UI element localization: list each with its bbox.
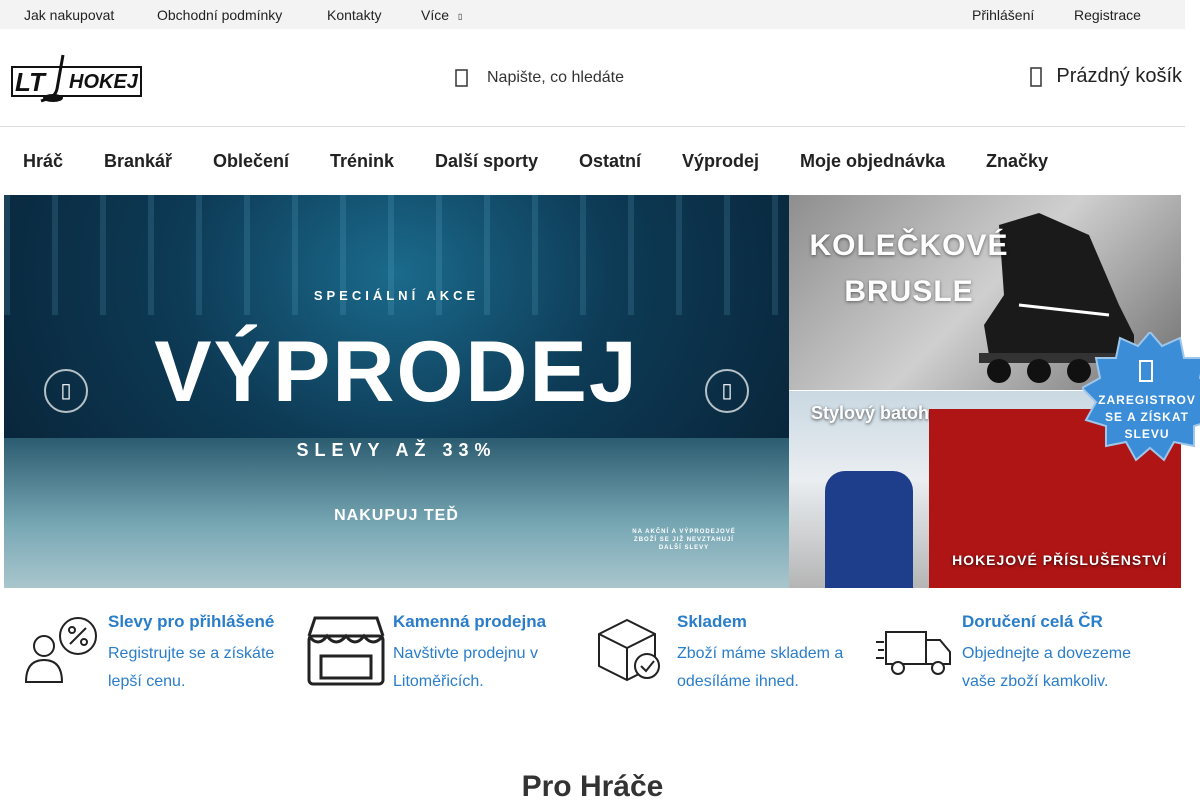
banner-subtitle: SLEVY AŽ 33% [296,440,497,460]
cart-label: Prázdný košík [1056,65,1182,87]
benefit-discount[interactable]: Slevy pro přihlášené Registrujte se a zí… [22,612,307,702]
topbar-link-contacts[interactable]: Kontakty [327,7,381,23]
store-icon [307,616,385,686]
kid-image [825,471,913,588]
nav-item-player[interactable]: Hráč [23,151,63,172]
topbar-link-terms[interactable]: Obchodní podmínky [157,7,282,23]
nav-item-my-order[interactable]: Moje objednávka [800,151,945,172]
badge-line3: SLEVU [1124,427,1170,441]
user-discount-icon [24,617,97,683]
backpack-title: Stylový batoh [811,403,930,423]
search-icon [455,69,468,87]
nav-item-training[interactable]: Trénink [330,151,394,172]
hero-banner[interactable]: SPECIÁLNÍ AKCE VÝPRODEJ SLEVY AŽ 33% NAK… [4,195,789,588]
skates-line1: KOLEČKOVÉ [809,229,1009,262]
main-nav: Hráč Brankář Oblečení Trénink Další spor… [0,127,1185,195]
benefit-desc: Registrujte se a získáte lepší cenu. [108,645,275,690]
skates-line2: BRUSLE [844,275,974,308]
logo-lt-text: LT [15,67,47,97]
benefit-in-stock[interactable]: Skladem Zboží máme skladem a odesíláme i… [591,612,876,702]
topbar-link-how-to-buy[interactable]: Jak nakupovat [24,7,114,23]
benefit-title: Kamenná prodejna [393,612,547,631]
more-label: Více [421,7,450,23]
cart-icon [1030,66,1043,87]
cart-button[interactable]: Prázdný košík [1030,65,1182,88]
benefit-title: Slevy pro přihlášené [108,612,275,631]
backpack-caption: HOKEJOVÉ PŘÍSLUŠENSTVÍ [952,552,1167,568]
banner-kicker: SPECIÁLNÍ AKCE [313,288,480,303]
benefit-delivery[interactable]: Doručení celá ČR Objednejte a dovezeme v… [876,612,1161,702]
skates-title: KOLEČKOVÉ BRUSLE [809,223,1009,315]
truck-icon [876,631,951,675]
register-link[interactable]: Registrace [1074,7,1141,23]
user-icon [1139,360,1153,382]
logo[interactable]: LT HOKEJ [11,53,142,104]
benefit-desc: Zboží máme skladem a odesíláme ihned. [677,645,844,690]
banner-note: NA AKČNÍ A VÝPRODEJOVÉ ZBOŽÍ SE JIŽ NEVZ… [632,529,736,551]
carousel-prev-button[interactable]: ▯ [44,369,88,413]
site-header: LT HOKEJ Napište, co hledáte Prázdný koš… [0,29,1185,127]
banner-cta[interactable]: NAKUPUJ TEĎ [4,507,789,525]
search-placeholder: Napište, co hledáte [487,69,624,86]
register-discount-badge[interactable]: ZAREGISTROV SE A ZÍSKAT SLEVU [1082,332,1200,468]
chevron-down-icon: ▯ [458,11,463,21]
topbar-link-more[interactable]: Více ▯ [421,7,462,23]
section-title: Pro Hráče [521,770,664,800]
badge-line2: SE A ZÍSKAT [1105,410,1189,424]
banner-title: VÝPRODEJ [154,324,639,420]
nav-item-goalie[interactable]: Brankář [104,151,172,172]
login-link[interactable]: Přihlášení [972,7,1034,23]
nav-item-brands[interactable]: Značky [986,151,1048,172]
search-bar[interactable]: Napište, co hledáte [455,66,624,90]
nav-item-sale[interactable]: Výprodej [682,151,759,172]
logo-icon: LT HOKEJ [11,54,142,103]
nav-item-other-sports[interactable]: Další sporty [435,151,538,172]
logo-hokej-text: HOKEJ [69,71,139,93]
top-bar: Jak nakupovat Obchodní podmínky Kontakty… [0,0,1185,29]
nav-item-clothing[interactable]: Oblečení [213,151,289,172]
benefit-title: Doručení celá ČR [962,612,1103,631]
badge-text: ZAREGISTROV SE A ZÍSKAT SLEVU [1082,392,1200,443]
nav-item-other[interactable]: Ostatní [579,151,641,172]
badge-line1: ZAREGISTROV [1098,393,1196,407]
box-check-icon [598,618,660,682]
benefit-store[interactable]: Kamenná prodejna Navštivte prodejnu v Li… [307,612,592,702]
benefit-desc: Navštivte prodejnu v Litoměřicích. [393,645,538,690]
benefit-title: Skladem [677,612,747,631]
benefit-desc: Objednejte a dovezeme vaše zboží kamkoli… [962,645,1131,690]
carousel-next-button[interactable]: ▯ [705,369,749,413]
